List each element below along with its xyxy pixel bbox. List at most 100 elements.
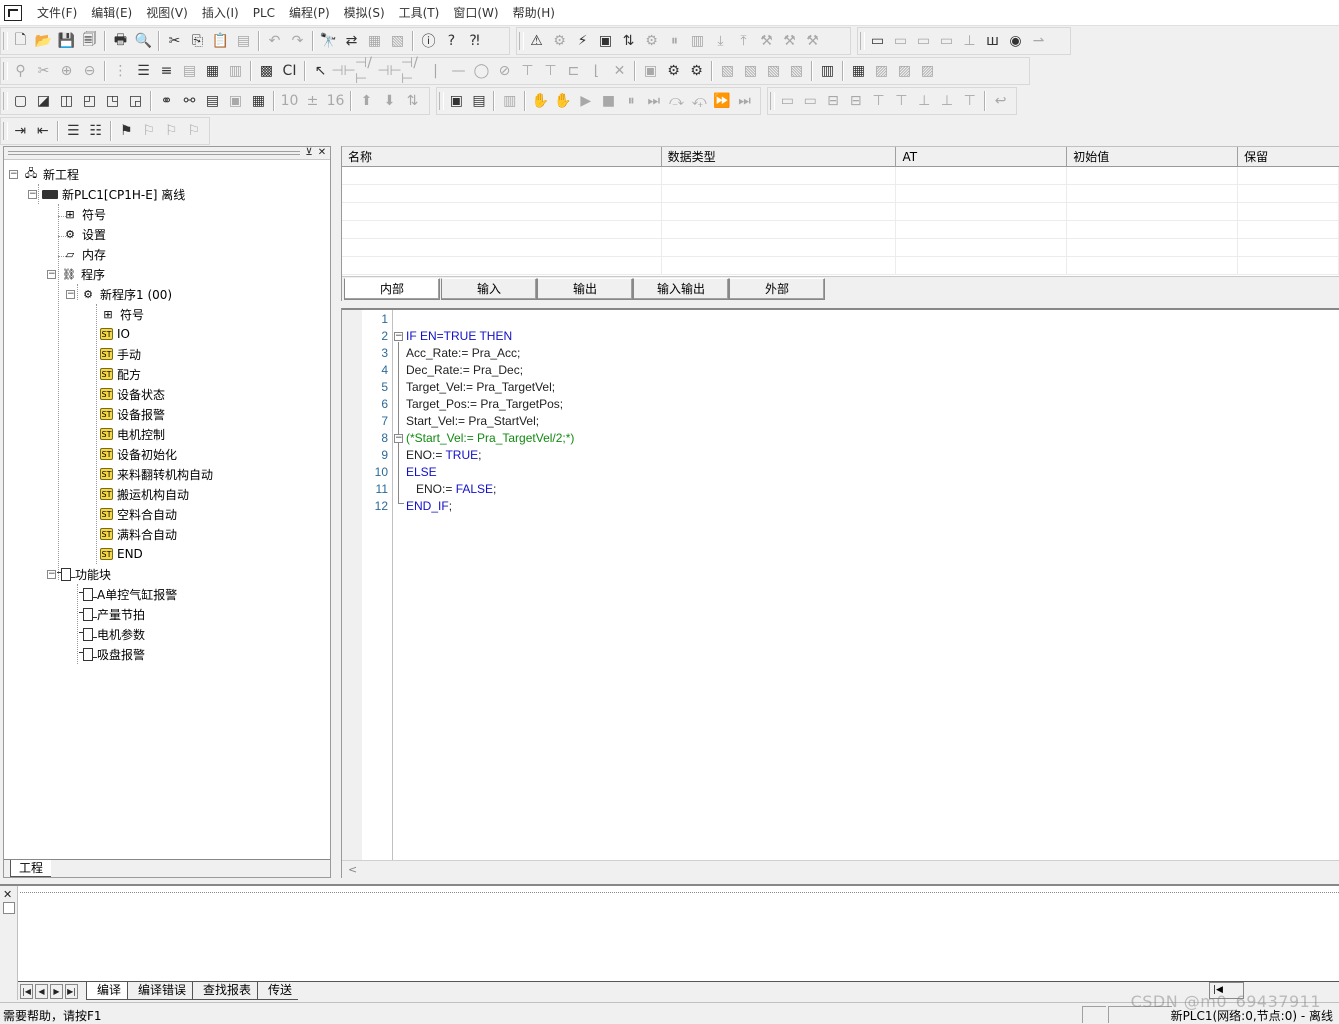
column-data-type[interactable]: 数据类型 (662, 147, 897, 166)
table-row[interactable] (342, 185, 1339, 203)
tab-compile-errors[interactable]: 编译错误 (127, 982, 193, 1000)
first-tab-icon[interactable]: |◀ (20, 983, 33, 999)
table-row[interactable] (342, 239, 1339, 257)
wire-icon[interactable]: ⊏ (562, 60, 585, 82)
step-run-icon[interactable]: ⏭ (643, 90, 666, 112)
watch-window-icon[interactable]: ◰ (78, 90, 101, 112)
window-3-icon[interactable]: ▭ (912, 30, 935, 52)
st-icon-9[interactable]: ⊤ (958, 90, 981, 112)
decimal-icon[interactable]: 10 (278, 90, 301, 112)
close-icon[interactable]: ✕ (3, 888, 12, 901)
fast-forward-icon[interactable]: ⏩ (711, 90, 734, 112)
step-in-icon[interactable]: ✋ (552, 90, 575, 112)
grid-icon[interactable]: ⋮ (109, 60, 132, 82)
tree-item-function-blocks[interactable]: − 功能块 (47, 564, 111, 584)
collapse-icon[interactable]: − (28, 189, 37, 199)
coil-icon[interactable]: ◯ (470, 60, 493, 82)
st-icon-6[interactable]: ⊤ (890, 90, 913, 112)
online-icon[interactable]: ⚙ (548, 30, 571, 52)
open-folder-icon[interactable]: 📂 (32, 30, 55, 52)
column-initial-value[interactable]: 初始值 (1067, 147, 1239, 166)
zoom-icon[interactable]: ⚲ (9, 60, 32, 82)
indent-icon[interactable]: ⇥ (9, 120, 32, 142)
menu-program[interactable]: 编程(P) (282, 0, 337, 26)
hex-icon[interactable]: 16 (324, 90, 347, 112)
window-2-icon[interactable]: ▭ (889, 30, 912, 52)
ci-icon[interactable]: CI (278, 60, 301, 82)
table-row[interactable] (342, 167, 1339, 185)
replace-address-icon[interactable]: ▧ (386, 30, 409, 52)
bookmark-prev-icon[interactable]: ⚐ (160, 120, 183, 142)
table-row[interactable] (342, 257, 1339, 275)
collapse-icon[interactable]: − (66, 289, 75, 299)
st-icon-2[interactable]: ▭ (799, 90, 822, 112)
menu-edit[interactable]: 编辑(E) (84, 0, 139, 26)
st-icon-7[interactable]: ⊥ (913, 90, 936, 112)
clipboard-icon[interactable]: ▤ (232, 30, 255, 52)
bookmark-icon[interactable]: ⚑ (115, 120, 138, 142)
table-icon[interactable]: ▦ (201, 60, 224, 82)
fb-icon-b[interactable]: ▨ (893, 60, 916, 82)
tab-output[interactable]: 输出 (537, 278, 633, 300)
play-icon[interactable]: ▶ (574, 90, 597, 112)
download-prog-icon[interactable]: ⬇ (378, 90, 401, 112)
differential-icon[interactable]: ⊥ (958, 30, 981, 52)
tree-item-fb[interactable]: 吸盘报警 (79, 644, 145, 664)
monitor-fb-icon[interactable]: ▦ (847, 60, 870, 82)
tree-item-fb[interactable]: 产量节拍 (79, 604, 145, 624)
menu-tools[interactable]: 工具(T) (392, 0, 447, 26)
last-tab-icon[interactable]: ▶| (65, 983, 78, 999)
code-line[interactable]: END_IF; (406, 499, 452, 513)
mnemonic-window-icon[interactable]: ◫ (55, 90, 78, 112)
compare-icon[interactable]: ▥ (686, 30, 709, 52)
table-row[interactable] (342, 221, 1339, 239)
project-window-icon[interactable]: ▢ (9, 90, 32, 112)
tree-item-section[interactable]: ST 配方 (100, 364, 141, 384)
upload-icon[interactable]: ⤒ (732, 30, 755, 52)
zoom-in-icon[interactable]: ⊕ (55, 60, 78, 82)
coil-nc-icon[interactable]: ⊘ (493, 60, 516, 82)
connect-icon[interactable]: ⌊ (585, 60, 608, 82)
menu-window[interactable]: 窗口(W) (446, 0, 505, 26)
sim-start-icon[interactable]: ▣ (445, 90, 468, 112)
contact-or-nc-icon[interactable]: ⊣/⊢ (401, 55, 424, 87)
tree-item-settings[interactable]: ⚙ 设置 (62, 224, 106, 244)
edit-rung-icon[interactable]: ▣ (639, 60, 662, 82)
contact-or-icon[interactable]: ⊣⊢ (377, 60, 401, 82)
st-icon-1[interactable]: ▭ (776, 90, 799, 112)
contact-nc-icon[interactable]: ⊣/⊢ (355, 55, 378, 87)
undo-icon[interactable]: ↶ (263, 30, 286, 52)
step-icon[interactable]: ✋ (529, 90, 552, 112)
properties-icon[interactable]: ▤ (201, 90, 224, 112)
tab-compile[interactable]: 编译 (86, 982, 128, 1000)
st-icon-4[interactable]: ⊟ (844, 90, 867, 112)
comments-icon[interactable]: ☰ (132, 60, 155, 82)
run-mode-icon[interactable]: ⚙ (640, 30, 663, 52)
close-icon[interactable]: ✕ (316, 147, 328, 159)
code-line[interactable]: Acc_Rate:= Pra_Acc; (406, 346, 520, 360)
menu-insert[interactable]: 插入(I) (195, 0, 246, 26)
bookmark-next-icon[interactable]: ⚐ (138, 120, 161, 142)
reset-icon[interactable]: ⚒ (778, 30, 801, 52)
fold-toggle-icon[interactable]: − (394, 434, 403, 443)
bookmark-clear-icon[interactable]: ⚐ (183, 120, 206, 142)
ladder-window-icon[interactable]: ◪ (32, 90, 55, 112)
memory-icon[interactable]: ▥ (224, 60, 247, 82)
signed-decimal-icon[interactable]: ± (301, 90, 324, 112)
st-icon-3[interactable]: ⊟ (822, 90, 845, 112)
force-icon[interactable]: ⚒ (801, 30, 824, 52)
tree-item-program1[interactable]: − ⚙ 新程序1 (00) (66, 284, 172, 304)
redo-icon[interactable]: ↷ (286, 30, 309, 52)
comment-lines-icon[interactable]: ☰ (62, 120, 85, 142)
stop-icon[interactable]: ■ (597, 90, 620, 112)
code-line[interactable]: Start_Vel:= Pra_StartVel; (406, 414, 539, 428)
info-icon[interactable]: ⓘ (417, 30, 440, 52)
zoom-out-icon[interactable]: ⊖ (78, 60, 101, 82)
online-edit-fb-icon[interactable]: ▧ (785, 60, 808, 82)
watch-icon[interactable]: ◉ (1004, 30, 1027, 52)
tree-item-section[interactable]: ST 来料翻转机构自动 (100, 464, 213, 484)
data-trace-icon[interactable]: ⇀ (1027, 30, 1050, 52)
print-preview-icon[interactable]: 🔍 (132, 30, 155, 52)
window-1-icon[interactable]: ▭ (866, 30, 889, 52)
tree-item-section[interactable]: ST 电机控制 (100, 424, 165, 444)
